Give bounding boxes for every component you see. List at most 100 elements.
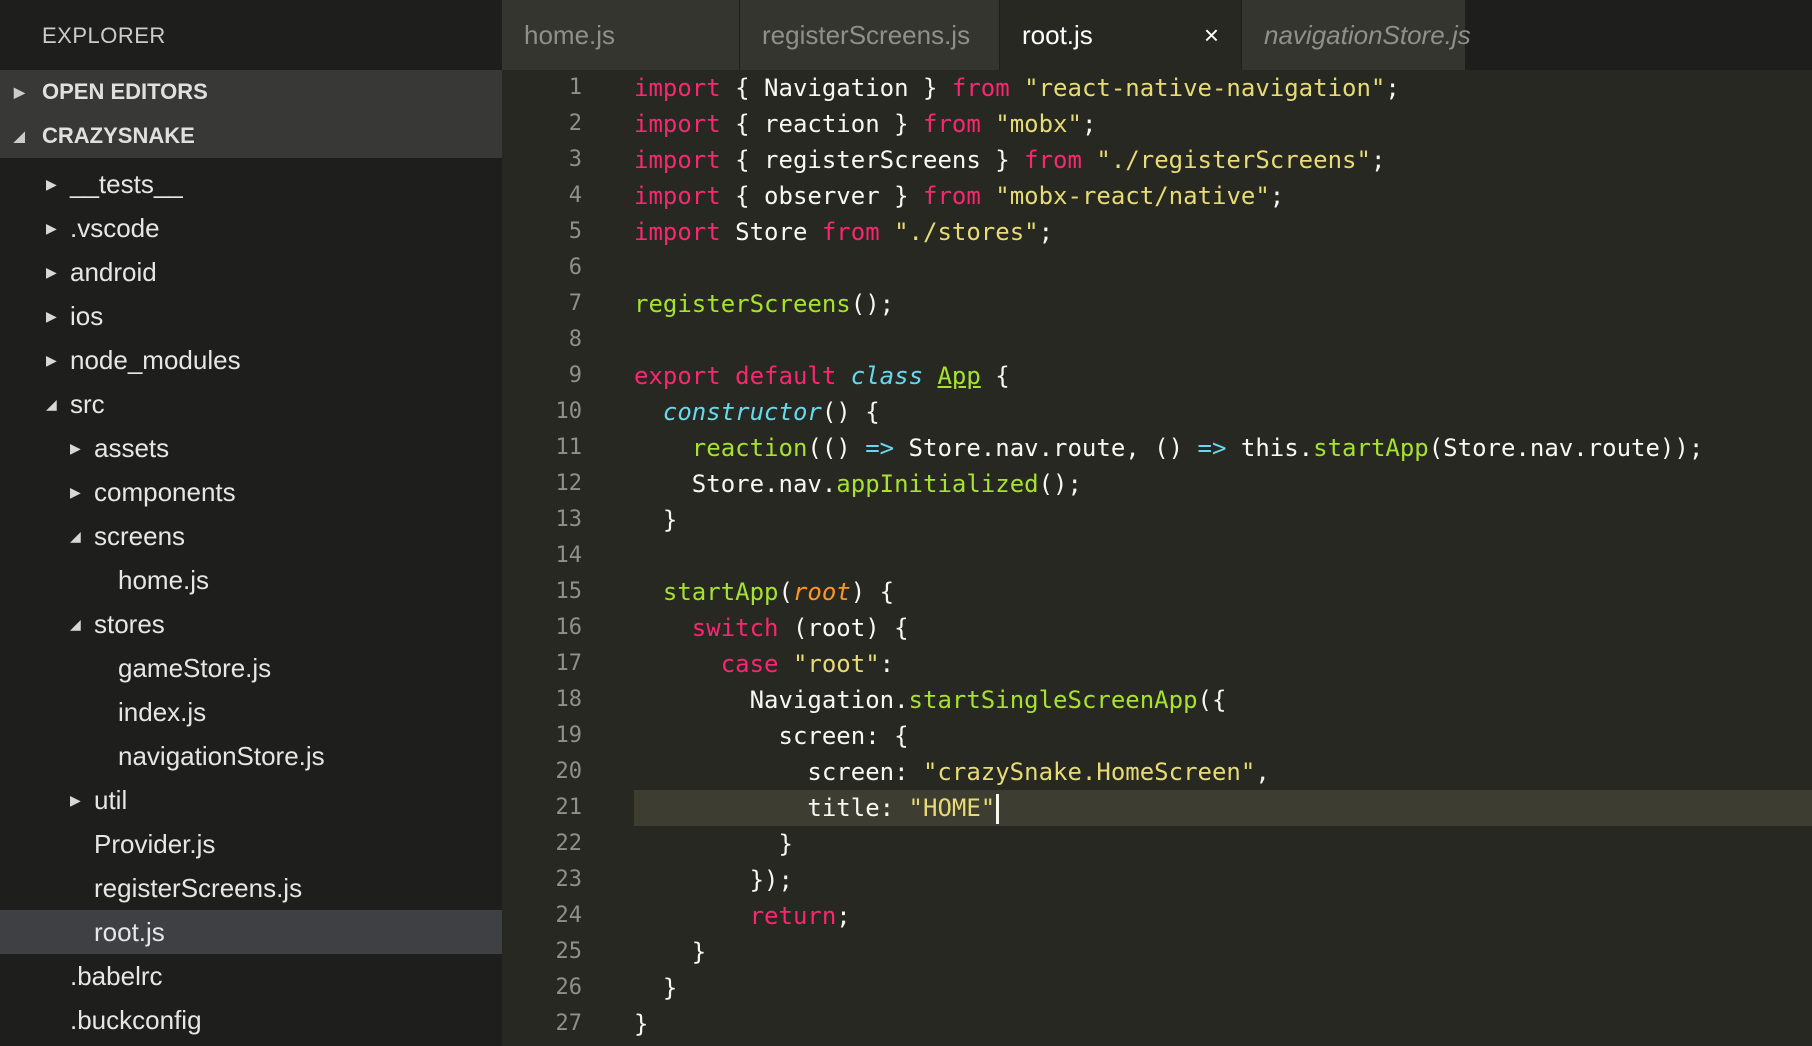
section-crazysnake[interactable]: ◢ CRAZYSNAKE — [0, 114, 502, 158]
code-line: 22 } — [502, 826, 1812, 862]
tree-folder[interactable]: ▶ __tests__ — [0, 162, 502, 206]
tree-folder[interactable]: ◢ src — [0, 382, 502, 426]
tab-home-js[interactable]: home.js — [502, 0, 740, 70]
tree-file[interactable]: .babelrc — [0, 954, 502, 998]
code-text[interactable]: } — [634, 502, 1812, 538]
line-number: 16 — [555, 615, 583, 640]
code-text[interactable]: export default class App { — [634, 358, 1812, 394]
token-text: screen: — [634, 758, 923, 786]
code-text[interactable]: } — [634, 934, 1812, 970]
tree-folder[interactable]: ▶ node_modules — [0, 338, 502, 382]
code-line: 9 export default class App { — [502, 358, 1812, 394]
token-function: reaction — [691, 434, 808, 462]
token-function: startSingleScreenApp — [908, 686, 1198, 714]
tab-root-js[interactable]: root.js × — [1000, 0, 1242, 70]
code-text[interactable]: import { reaction } from "mobx"; — [634, 106, 1812, 142]
code-line: 16 switch (root) { — [502, 610, 1812, 646]
token-keyword: export — [634, 362, 721, 390]
tree-folder[interactable]: ◢ stores — [0, 602, 502, 646]
line-number: 24 — [555, 903, 583, 928]
line-number: 23 — [555, 867, 583, 892]
tree-file[interactable]: home.js — [0, 558, 502, 602]
code-text[interactable]: import Store from "./stores"; — [634, 214, 1812, 250]
token-text: ; — [1081, 110, 1097, 138]
line-number: 5 — [568, 219, 582, 244]
token-text: screen: { — [634, 722, 909, 750]
code-text[interactable]: return; — [634, 898, 1812, 934]
code-text[interactable]: import { observer } from "mobx-react/nat… — [634, 178, 1812, 214]
tree-file[interactable]: navigationStore.js — [0, 734, 502, 778]
code-text[interactable]: switch (root) { — [634, 610, 1812, 646]
tree-folder[interactable]: ▶ components — [0, 470, 502, 514]
tree-file[interactable]: .buckconfig — [0, 998, 502, 1042]
code-text[interactable]: } — [634, 970, 1812, 1006]
token-text: ; — [1370, 146, 1386, 174]
tree-item-label: registerScreens.js — [94, 873, 303, 903]
line-number: 21 — [555, 795, 583, 820]
code-text[interactable]: Navigation.startSingleScreenApp({ — [634, 682, 1812, 718]
tab-registerscreens-js[interactable]: registerScreens.js — [740, 0, 1000, 70]
token-text: () { — [821, 398, 880, 426]
token-keyword: case — [720, 650, 779, 678]
tree-file[interactable]: index.js — [0, 690, 502, 734]
chevron-right-icon: ▶ — [70, 440, 81, 456]
line-number: 26 — [555, 975, 583, 1000]
tree-folder[interactable]: ▶ util — [0, 778, 502, 822]
token-keyword: from — [923, 110, 981, 138]
code-text[interactable] — [634, 538, 1812, 574]
tree-folder[interactable]: ◢ screens — [0, 514, 502, 558]
code-text[interactable]: screen: { — [634, 718, 1812, 754]
token-text: (); — [1038, 470, 1082, 498]
code-line: 27} — [502, 1006, 1812, 1042]
line-number: 1 — [568, 75, 582, 100]
code-editor[interactable]: 1 import { Navigation } from "react-nativ… — [502, 70, 1812, 1046]
code-text[interactable]: registerScreens(); — [634, 286, 1812, 322]
tree-item-label: util — [94, 785, 128, 815]
tree-folder[interactable]: ▶ android — [0, 250, 502, 294]
code-text[interactable]: }); — [634, 862, 1812, 898]
tab-navigationstore-js[interactable]: navigationStore.js — [1242, 0, 1471, 70]
close-icon[interactable]: × — [1204, 0, 1219, 70]
tree-file[interactable]: Provider.js — [0, 822, 502, 866]
token-text: { registerScreens } — [720, 146, 1025, 174]
tree-file[interactable]: registerScreens.js — [0, 866, 502, 910]
tree-folder[interactable]: ▶ .vscode — [0, 206, 502, 250]
code-text[interactable] — [634, 250, 1812, 286]
code-text[interactable]: title: "HOME" — [634, 790, 1812, 826]
code-text[interactable]: import { registerScreens } from "./regis… — [634, 142, 1812, 178]
chevron-right-icon: ▶ — [70, 484, 81, 500]
token-storage: => — [1197, 434, 1227, 462]
token-text: , — [1255, 758, 1270, 786]
code-text[interactable]: } — [634, 826, 1812, 862]
token-string: "mobx-react/native" — [995, 182, 1270, 210]
tree-file[interactable]: root.js — [0, 910, 502, 954]
token-keyword: from — [821, 218, 880, 246]
code-text[interactable]: constructor() { — [634, 394, 1812, 430]
code-text[interactable]: startApp(root) { — [634, 574, 1812, 610]
tree-folder[interactable]: ▶ ios — [0, 294, 502, 338]
code-text[interactable] — [634, 322, 1812, 358]
token-text: { — [980, 362, 1010, 390]
code-text[interactable]: case "root": — [634, 646, 1812, 682]
explorer-sidebar: EXPLORER ▶ OPEN EDITORS ◢ CRAZYSNAKE ▶ __… — [0, 0, 502, 1046]
line-number: 22 — [555, 831, 583, 856]
token-class_name: App — [937, 362, 981, 390]
code-text[interactable]: Store.nav.appInitialized(); — [634, 466, 1812, 502]
tree-file[interactable]: gameStore.js — [0, 646, 502, 690]
token-keyword: import — [634, 74, 721, 102]
code-text[interactable]: reaction(() => Store.nav.route, () => th… — [634, 430, 1812, 466]
code-text[interactable]: import { Navigation } from "react-native… — [634, 70, 1812, 106]
token-text: ; — [1385, 74, 1400, 102]
token-text: } — [634, 830, 793, 858]
token-function: appInitialized — [836, 470, 1039, 498]
section-open-editors[interactable]: ▶ OPEN EDITORS — [0, 70, 502, 114]
token-text: title: — [634, 794, 909, 822]
code-text[interactable]: screen: "crazySnake.HomeScreen", — [634, 754, 1812, 790]
line-number: 11 — [555, 435, 583, 460]
tree-folder[interactable]: ▶ assets — [0, 426, 502, 470]
code-text[interactable]: } — [634, 1006, 1812, 1042]
line-number: 27 — [555, 1011, 583, 1036]
